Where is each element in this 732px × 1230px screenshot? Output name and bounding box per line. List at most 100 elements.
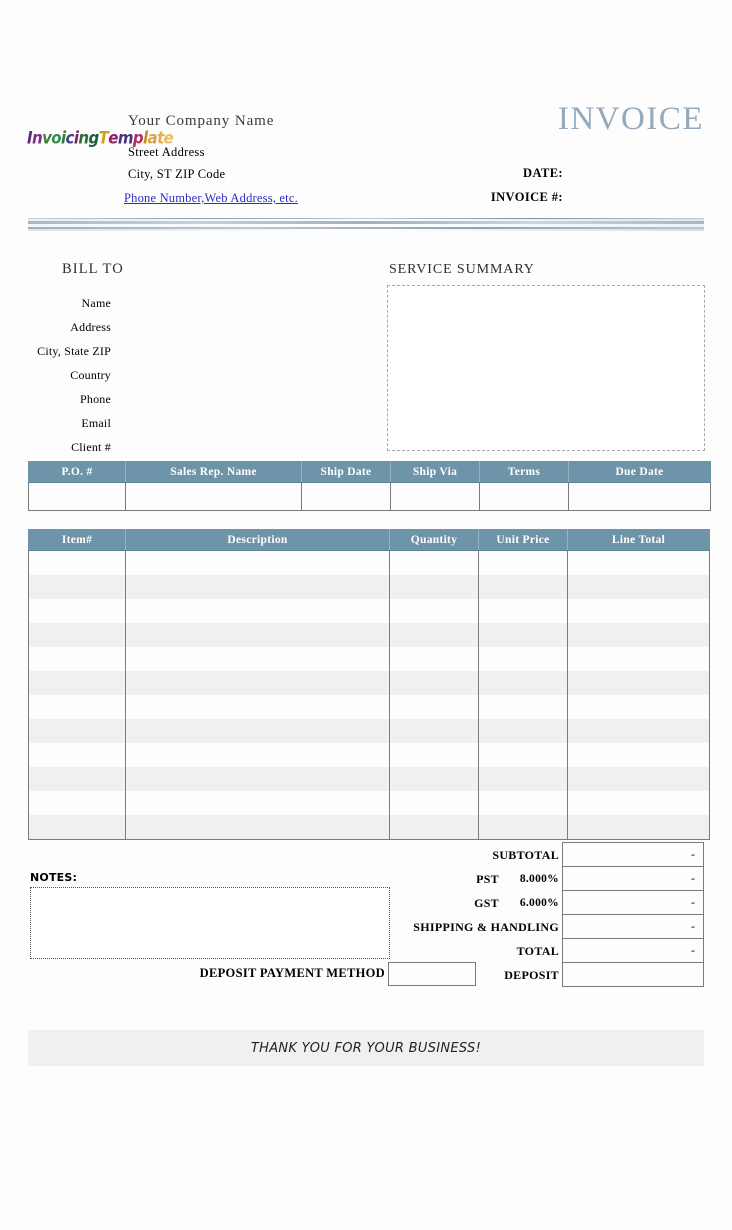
items-cell-description[interactable]: [125, 743, 390, 767]
items-cell-item-number[interactable]: [28, 599, 126, 623]
pst-value: -: [562, 866, 704, 891]
items-cell-line-total[interactable]: [567, 743, 710, 767]
table-row: [28, 623, 710, 647]
items-cell-unit-price[interactable]: [478, 599, 568, 623]
items-cell-quantity[interactable]: [389, 671, 479, 695]
logo-letter-5: c: [65, 128, 75, 149]
items-cell-quantity[interactable]: [389, 599, 479, 623]
items-cell-item-number[interactable]: [28, 575, 126, 599]
items-cell-item-number[interactable]: [28, 623, 126, 647]
items-header-item-number: Item#: [28, 529, 126, 551]
items-cell-line-total[interactable]: [567, 767, 710, 791]
bill-to-label-4: Phone: [80, 392, 111, 406]
items-cell-unit-price[interactable]: [478, 550, 568, 575]
items-cell-line-total[interactable]: [567, 719, 710, 743]
items-cell-description[interactable]: [125, 623, 390, 647]
service-summary-input[interactable]: [387, 285, 705, 451]
po-cell-po-number[interactable]: [28, 482, 126, 511]
po-header-due-date: Due Date: [568, 461, 711, 483]
po-cell-due-date[interactable]: [568, 482, 711, 511]
items-cell-line-total[interactable]: [567, 791, 710, 815]
items-cell-description[interactable]: [125, 767, 390, 791]
bill-to-label-0: Name: [81, 296, 111, 310]
items-cell-quantity[interactable]: [389, 695, 479, 719]
pst-rate[interactable]: 8.000%: [499, 873, 559, 885]
table-row: [28, 695, 710, 719]
po-cell-terms[interactable]: [479, 482, 569, 511]
items-cell-description[interactable]: [125, 550, 390, 575]
table-header-row: P.O. # Sales Rep. Name Ship Date Ship Vi…: [28, 461, 711, 483]
items-cell-item-number[interactable]: [28, 767, 126, 791]
items-cell-line-total[interactable]: [567, 623, 710, 647]
items-cell-item-number[interactable]: [28, 791, 126, 815]
items-cell-line-total[interactable]: [567, 695, 710, 719]
table-row: [28, 671, 710, 695]
bill-to-label-2: City, State ZIP: [37, 344, 111, 358]
items-cell-unit-price[interactable]: [478, 647, 568, 671]
items-cell-unit-price[interactable]: [478, 575, 568, 599]
notes-input[interactable]: [30, 887, 390, 959]
bill-to-label-1: Address: [70, 320, 111, 334]
items-cell-unit-price[interactable]: [478, 719, 568, 743]
items-cell-item-number[interactable]: [28, 815, 126, 840]
totals-row-gst: GST 6.000% -: [387, 890, 704, 915]
items-cell-description[interactable]: [125, 791, 390, 815]
gst-label: GST 6.000%: [474, 895, 559, 910]
items-cell-unit-price[interactable]: [478, 791, 568, 815]
po-cell-ship-via[interactable]: [390, 482, 480, 511]
items-cell-unit-price[interactable]: [478, 623, 568, 647]
items-cell-item-number[interactable]: [28, 695, 126, 719]
items-cell-item-number[interactable]: [28, 671, 126, 695]
items-cell-quantity[interactable]: [389, 647, 479, 671]
items-cell-quantity[interactable]: [389, 767, 479, 791]
items-cell-unit-price[interactable]: [478, 767, 568, 791]
items-cell-item-number[interactable]: [28, 719, 126, 743]
po-cell-sales-rep[interactable]: [125, 482, 302, 511]
items-cell-line-total[interactable]: [567, 671, 710, 695]
subtotal-value: -: [562, 842, 704, 867]
items-cell-description[interactable]: [125, 719, 390, 743]
items-cell-item-number[interactable]: [28, 743, 126, 767]
items-cell-quantity[interactable]: [389, 575, 479, 599]
company-contact-link[interactable]: Phone Number,Web Address, etc.: [124, 191, 298, 206]
items-cell-description[interactable]: [125, 647, 390, 671]
deposit-value[interactable]: [562, 962, 704, 987]
items-cell-quantity[interactable]: [389, 791, 479, 815]
items-cell-description[interactable]: [125, 815, 390, 840]
totals-row-shipping: SHIPPING & HANDLING -: [387, 914, 704, 939]
table-row: [28, 719, 710, 743]
items-cell-unit-price[interactable]: [478, 815, 568, 840]
items-cell-unit-price[interactable]: [478, 671, 568, 695]
items-cell-quantity[interactable]: [389, 743, 479, 767]
items-cell-quantity[interactable]: [389, 623, 479, 647]
items-cell-description[interactable]: [125, 599, 390, 623]
items-cell-line-total[interactable]: [567, 647, 710, 671]
company-city-state-zip: City, ST ZIP Code: [128, 167, 226, 181]
deposit-payment-method-input[interactable]: [388, 962, 476, 986]
bill-to-label-6: Client #: [71, 440, 111, 454]
logo-letter-8: g: [88, 128, 99, 149]
items-cell-line-total[interactable]: [567, 550, 710, 575]
items-cell-line-total[interactable]: [567, 815, 710, 840]
table-row: [28, 791, 710, 815]
items-cell-item-number[interactable]: [28, 550, 126, 575]
items-cell-item-number[interactable]: [28, 647, 126, 671]
items-cell-quantity[interactable]: [389, 719, 479, 743]
gst-rate[interactable]: 6.000%: [499, 897, 559, 909]
invoice-page: InvoicingTemplate Your Company Name Stre…: [0, 0, 732, 1230]
items-cell-line-total[interactable]: [567, 599, 710, 623]
header-divider: [28, 218, 704, 231]
notes-label: NOTES:: [30, 871, 78, 884]
items-cell-unit-price[interactable]: [478, 695, 568, 719]
items-header-line-total: Line Total: [567, 529, 710, 551]
items-cell-line-total[interactable]: [567, 575, 710, 599]
items-cell-description[interactable]: [125, 695, 390, 719]
items-cell-quantity[interactable]: [389, 815, 479, 840]
pst-label: PST 8.000%: [476, 871, 559, 886]
line-items-table: Item# Description Quantity Unit Price Li…: [28, 529, 710, 840]
po-cell-ship-date[interactable]: [301, 482, 391, 511]
items-cell-unit-price[interactable]: [478, 743, 568, 767]
items-cell-description[interactable]: [125, 575, 390, 599]
items-cell-description[interactable]: [125, 671, 390, 695]
items-cell-quantity[interactable]: [389, 550, 479, 575]
